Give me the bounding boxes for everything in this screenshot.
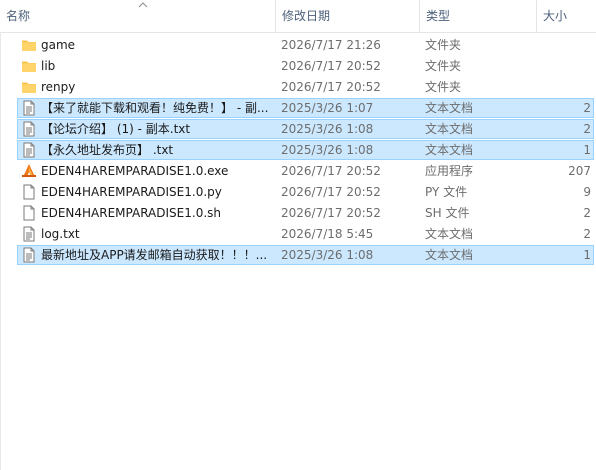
file-name: 【论坛介绍】 (1) - 副本.txt <box>41 122 191 136</box>
file-row[interactable]: lib 2026/7/17 20:52 文件夹 <box>0 56 596 77</box>
file-date: 2026/7/17 20:52 <box>281 185 381 199</box>
file-name: game <box>41 38 76 52</box>
file-type: 应用程序 <box>425 164 474 178</box>
file-type: 文件夹 <box>425 59 462 73</box>
file-name: EDEN4HAREMPARADISE1.0.py <box>41 185 222 199</box>
column-header-bar: 名称 修改日期 类型 大小 <box>0 0 596 33</box>
file-name: 【永久地址发布页】 .txt <box>41 143 174 157</box>
file-size <box>536 35 591 56</box>
file-name: EDEN4HAREMPARADISE1.0.exe <box>41 164 229 178</box>
file-size: 2 <box>583 227 591 241</box>
file-type: 文件夹 <box>425 80 462 94</box>
file-row[interactable]: renpy 2026/7/17 20:52 文件夹 <box>0 77 596 98</box>
file-date: 2026/7/17 20:52 <box>281 59 381 73</box>
column-header-type-label: 类型 <box>426 9 451 23</box>
file-date: 2026/7/17 20:52 <box>281 80 381 94</box>
file-type: 文本文档 <box>425 143 474 157</box>
file-date: 2026/7/17 20:52 <box>281 164 381 178</box>
text-file-icon <box>21 121 37 137</box>
file-size <box>536 77 591 98</box>
file-type: 文本文档 <box>425 248 474 262</box>
blank-file-icon <box>21 205 37 221</box>
file-row[interactable]: 【论坛介绍】 (1) - 副本.txt 2025/3/26 1:08 文本文档 2 <box>0 119 596 140</box>
sort-ascending-icon <box>138 2 148 8</box>
file-row[interactable]: EDEN4HAREMPARADISE1.0.sh 2026/7/17 20:52 S… <box>0 203 596 224</box>
file-date: 2025/3/26 1:08 <box>281 122 374 136</box>
file-date: 2026/7/17 21:26 <box>281 38 381 52</box>
file-row[interactable]: 【永久地址发布页】 .txt 2025/3/26 1:08 文本文档 1 <box>0 140 596 161</box>
text-file-icon <box>21 226 37 242</box>
folder-icon <box>21 37 37 53</box>
text-file-icon <box>21 142 37 158</box>
file-size: 1 <box>583 248 591 262</box>
column-header-name[interactable]: 名称 <box>0 0 275 32</box>
file-date: 2026/7/18 5:45 <box>281 227 374 241</box>
text-file-icon <box>21 247 37 263</box>
file-name: lib <box>41 59 56 73</box>
file-size: 9 <box>583 185 591 199</box>
column-header-date-label: 修改日期 <box>282 9 331 23</box>
file-type: PY 文件 <box>425 185 468 199</box>
column-header-name-label: 名称 <box>6 9 31 23</box>
file-row[interactable]: EDEN4HAREMPARADISE1.0.exe 2026/7/17 20:52… <box>0 161 596 182</box>
folder-icon <box>21 58 37 74</box>
file-type: 文本文档 <box>425 227 474 241</box>
file-size: 2 <box>583 206 591 220</box>
file-type: SH 文件 <box>425 206 470 220</box>
file-date: 2026/7/17 20:52 <box>281 206 381 220</box>
column-header-size-label: 大小 <box>543 9 568 23</box>
file-date: 2025/3/26 1:08 <box>281 143 374 157</box>
file-row[interactable]: EDEN4HAREMPARADISE1.0.py 2026/7/17 20:52 P… <box>0 182 596 203</box>
file-type: 文本文档 <box>425 122 474 136</box>
file-size: 207 <box>568 164 591 178</box>
file-date: 2025/3/26 1:08 <box>281 248 374 262</box>
file-name: renpy <box>41 80 76 94</box>
file-row[interactable]: game 2026/7/17 21:26 文件夹 <box>0 35 596 56</box>
file-name: 最新地址及APP请发邮箱自动获取！！！... <box>41 248 268 262</box>
file-type: 文件夹 <box>425 38 462 52</box>
text-file-icon <box>21 100 37 116</box>
file-list: game 2026/7/17 21:26 文件夹 lib 2026/7/17 20:5… <box>0 35 596 266</box>
column-header-date[interactable]: 修改日期 <box>275 0 419 32</box>
file-row[interactable]: 【来了就能下载和观看！纯免费！】 - 副... 2025/3/26 1:07 文本文… <box>0 98 596 119</box>
file-name: 【来了就能下载和观看！纯免费！】 - 副... <box>41 101 269 115</box>
folder-icon <box>21 79 37 95</box>
file-row[interactable]: log.txt 2026/7/18 5:45 文本文档 2 <box>0 224 596 245</box>
file-name: log.txt <box>41 227 80 241</box>
file-size: 2 <box>583 122 591 136</box>
file-name: EDEN4HAREMPARADISE1.0.sh <box>41 206 221 220</box>
file-type: 文本文档 <box>425 101 474 115</box>
renpy-app-icon <box>21 163 37 179</box>
file-size <box>536 56 591 77</box>
file-size: 2 <box>583 101 591 115</box>
file-row[interactable]: 最新地址及APP请发邮箱自动获取！！！... 2025/3/26 1:08 文本文档… <box>0 245 596 266</box>
column-header-size[interactable]: 大小 <box>536 0 596 32</box>
file-date: 2025/3/26 1:07 <box>281 101 374 115</box>
file-size: 1 <box>583 143 591 157</box>
column-header-type[interactable]: 类型 <box>419 0 536 32</box>
blank-file-icon <box>21 184 37 200</box>
